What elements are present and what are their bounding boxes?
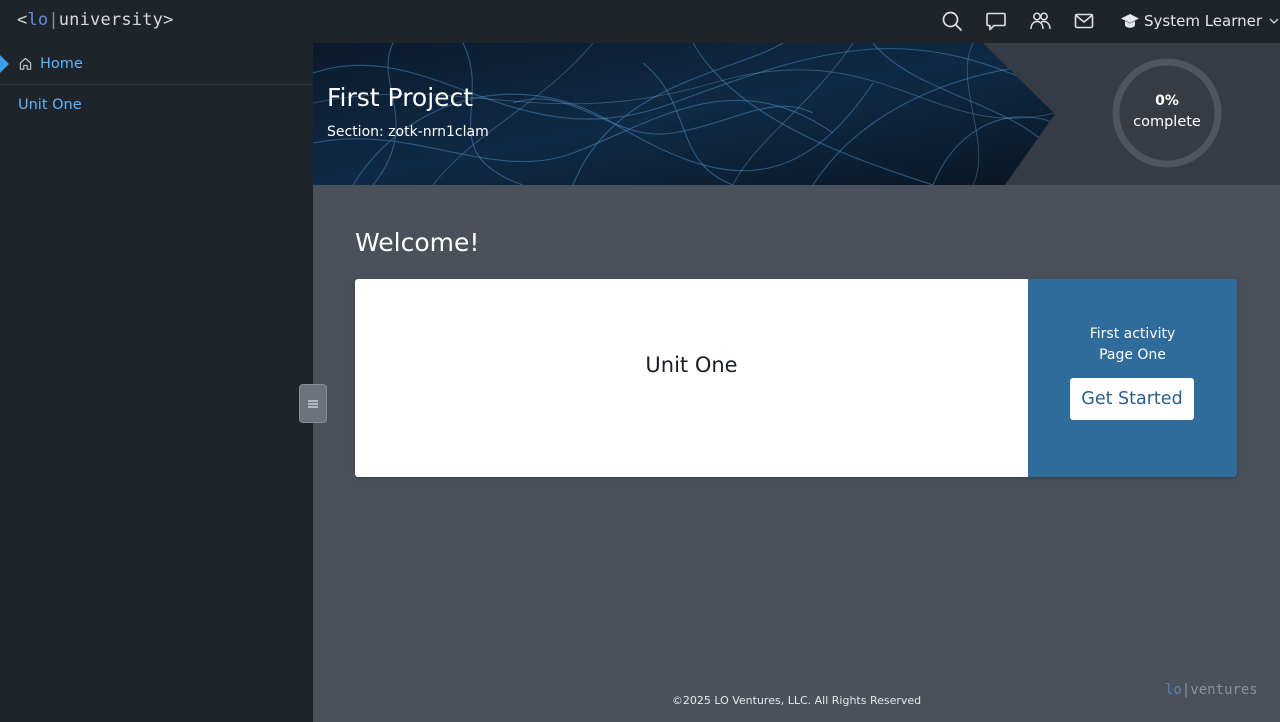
university-logo[interactable]: <lo|university> [17,10,174,30]
banner-image [313,43,1055,185]
user-name: System Learner [1144,12,1263,30]
logo-name: university [58,10,164,30]
logo-lo: lo [27,10,49,30]
brand-lo: lo [1165,682,1182,698]
brand-name: ventures [1190,682,1258,698]
page-heading: Welcome! [355,228,480,257]
graduation-cap-icon [1121,14,1139,28]
activity-page: Page One [1099,347,1166,363]
sidebar-item-label: Home [40,55,83,72]
logo-separator: | [48,10,59,30]
sidebar: Home Unit One [0,43,313,722]
logo-bracket-right: > [163,10,174,30]
active-marker [0,55,9,73]
sidebar-item-unit-one[interactable]: Unit One [18,97,82,113]
get-started-button[interactable]: Get Started [1070,378,1194,420]
people-icon[interactable] [1029,10,1051,32]
top-bar: <lo|university> System Learner [0,0,1280,43]
lo-ventures-logo[interactable]: lo|ventures [1165,682,1258,698]
activity-name: First activity [1089,326,1176,342]
search-icon[interactable] [941,10,963,32]
progress-ring-graphic [1112,58,1222,168]
chevron-down-icon [1269,18,1279,24]
sidebar-toggle-button[interactable] [299,384,327,423]
hamburger-icon [308,399,318,408]
course-section: Section: zotk-nrn1clam [327,124,489,140]
unit-card-activity-panel: First activity Page One Get Started [1028,279,1237,477]
footer-copyright: ©2025 LO Ventures, LLC. All Rights Reser… [671,694,922,707]
progress-percent: 0% [1155,93,1179,109]
home-icon [19,57,32,70]
user-menu[interactable]: System Learner [1120,10,1280,32]
unit-card: Unit One First activity Page One Get Sta… [355,279,1237,477]
unit-card-body[interactable]: Unit One [355,279,1028,477]
chat-icon[interactable] [985,10,1007,32]
course-title: First Project [327,83,474,112]
unit-title: Unit One [645,353,738,377]
activity-info: First activity Page One [1028,324,1237,366]
sidebar-item-home[interactable]: Home [0,43,313,85]
progress-label: complete [1133,114,1201,130]
progress-ring: 0% complete [1111,57,1223,169]
course-banner: First Project Section: zotk-nrn1clam 0% … [313,43,1280,185]
mail-icon[interactable] [1073,10,1095,32]
logo-bracket-left: < [17,10,28,30]
